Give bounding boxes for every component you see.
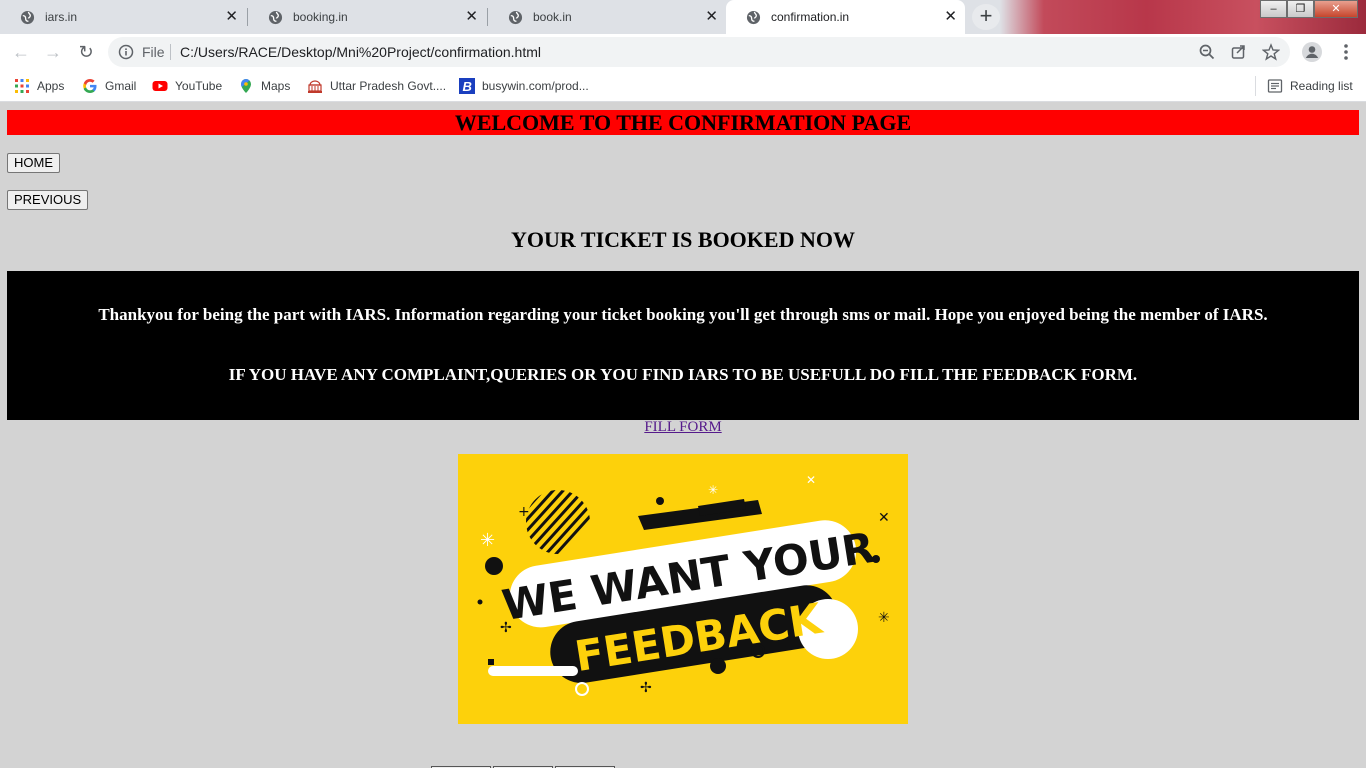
scheme-label: File (142, 44, 165, 60)
window-controls: – ❐ ✕ (1260, 0, 1358, 19)
maps-pin-icon (238, 78, 254, 94)
svg-text:✢: ✢ (500, 620, 512, 636)
reading-list-button[interactable]: Reading list (1267, 77, 1353, 95)
info-icon[interactable] (118, 44, 134, 60)
divider (170, 44, 171, 60)
page-content: WELCOME TO THE CONFIRMATION PAGE HOME PR… (0, 102, 1366, 768)
welcome-banner: WELCOME TO THE CONFIRMATION PAGE (7, 110, 1359, 135)
message-box: Thankyou for being the part with IARS. I… (7, 271, 1359, 420)
fill-form-container: FILL FORM (0, 419, 1366, 436)
address-bar[interactable]: File C:/Users/RACE/Desktop/Mni%20Project… (108, 37, 1290, 67)
bookmark-youtube[interactable]: YouTube (152, 77, 222, 95)
bookmark-busywin[interactable]: B busywin.com/prod... (459, 77, 589, 95)
bookmark-gmail[interactable]: Gmail (82, 77, 136, 95)
svg-text:✳: ✳ (878, 610, 890, 626)
bookmark-up-govt[interactable]: Uttar Pradesh Govt.... (307, 77, 446, 95)
globe-icon (268, 10, 283, 25)
govt-building-icon (307, 78, 323, 94)
bookmark-label: Uttar Pradesh Govt.... (330, 79, 447, 93)
svg-text:✳: ✳ (480, 530, 495, 551)
new-tab-button[interactable]: + (972, 4, 1000, 30)
star-bookmark-icon[interactable] (1261, 43, 1281, 61)
bookmarks-bar: Apps Gmail YouTube Maps Uttar Pradesh Go… (0, 70, 1366, 102)
globe-icon (508, 10, 523, 25)
bookmark-maps[interactable]: Maps (238, 77, 290, 95)
tab-title: iars.in (45, 10, 78, 24)
browser-toolbar: ← → ↻ File C:/Users/RACE/Desktop/Mni%20P… (0, 34, 1366, 70)
tab-booking[interactable]: booking.in ✕ (248, 0, 486, 34)
bookmark-apps[interactable]: Apps (14, 77, 64, 95)
apps-grid-icon (14, 78, 30, 94)
booked-heading: YOUR TICKET IS BOOKED NOW (511, 227, 855, 252)
bookmark-label: Apps (37, 79, 65, 93)
bookmark-label: busywin.com/prod... (482, 79, 589, 93)
kebab-menu-icon[interactable] (1336, 42, 1356, 62)
tab-strip: iars.in ✕ booking.in ✕ book.in ✕ confirm… (0, 0, 1366, 34)
previous-button[interactable]: PREVIOUS (7, 190, 89, 210)
url-text[interactable]: C:/Users/RACE/Desktop/Mni%20Project/conf… (180, 44, 541, 60)
share-icon[interactable] (1230, 43, 1248, 61)
close-tab-icon[interactable]: ✕ (705, 9, 718, 25)
restore-icon[interactable]: ❐ (1287, 0, 1314, 18)
close-tab-icon[interactable]: ✕ (225, 9, 238, 25)
svg-text:✢: ✢ (640, 680, 652, 696)
divider (1255, 76, 1256, 96)
zoom-icon[interactable] (1198, 43, 1216, 61)
complaint-message: IF YOU HAVE ANY COMPLAINT,QUERIES OR YOU… (228, 365, 1138, 384)
reload-icon[interactable]: ↻ (74, 40, 98, 64)
globe-icon (746, 10, 761, 25)
reading-list-label: Reading list (1290, 79, 1353, 93)
tab-title: confirmation.in (771, 10, 850, 24)
tab-title: book.in (533, 10, 572, 24)
svg-text:+: + (518, 504, 530, 520)
home-button[interactable]: HOME (7, 153, 60, 173)
busy-b-icon: B (459, 78, 475, 94)
tab-confirmation[interactable]: confirmation.in ✕ (726, 0, 965, 34)
close-tab-icon[interactable]: ✕ (944, 9, 957, 25)
svg-text:✳: ✳ (708, 483, 718, 497)
profile-avatar-icon[interactable] (1302, 42, 1322, 62)
google-icon (82, 78, 98, 94)
back-arrow-icon[interactable]: ← (9, 40, 33, 64)
bookmark-label: Maps (261, 79, 291, 93)
minimize-icon[interactable]: – (1260, 0, 1287, 18)
reading-list-icon (1267, 78, 1283, 94)
tab-title: booking.in (293, 10, 348, 24)
svg-text:✕: ✕ (878, 510, 890, 526)
bookmark-label: YouTube (175, 79, 223, 93)
svg-text:B: B (463, 79, 472, 94)
bookmark-label: Gmail (105, 79, 137, 93)
fill-form-link[interactable]: FILL FORM (644, 419, 721, 435)
globe-icon (20, 10, 35, 25)
close-tab-icon[interactable]: ✕ (465, 9, 478, 25)
tab-iars[interactable]: iars.in ✕ (0, 0, 246, 34)
feedback-banner-image: WE WANT YOUR FEEDBACK + ✕ ✕ ✳ ✳ ✳ ✢ ✢ (458, 454, 908, 724)
forward-arrow-icon[interactable]: → (41, 40, 65, 64)
feedback-illustration: WE WANT YOUR FEEDBACK + ✕ ✕ ✳ ✳ ✳ ✢ ✢ (477, 473, 890, 696)
svg-text:✕: ✕ (806, 473, 816, 487)
thank-you-message: Thankyou for being the part with IARS. I… (98, 305, 1268, 324)
window-close-icon[interactable]: ✕ (1314, 0, 1358, 18)
tab-book[interactable]: book.in ✕ (488, 0, 726, 34)
youtube-icon (152, 78, 168, 94)
